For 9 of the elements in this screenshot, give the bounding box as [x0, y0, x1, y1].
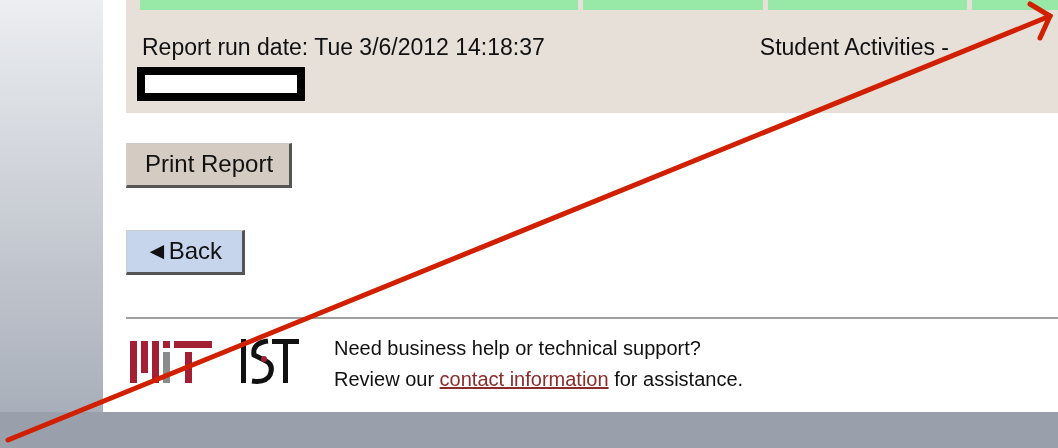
ist-logo [240, 337, 300, 385]
support-text: for assistance. [614, 368, 744, 390]
contact-link[interactable]: contact information [439, 368, 609, 390]
report-name: Student Activities - [759, 34, 949, 61]
back-button[interactable]: ◄Back [126, 230, 246, 275]
report-run-date: Report run date: Tue 3/6/2012 14:18:37 [142, 34, 545, 61]
support-text: Need business help or technical support? [334, 336, 702, 361]
print-report-button[interactable]: Print Report [126, 143, 293, 188]
support-text: Review our [334, 368, 435, 390]
